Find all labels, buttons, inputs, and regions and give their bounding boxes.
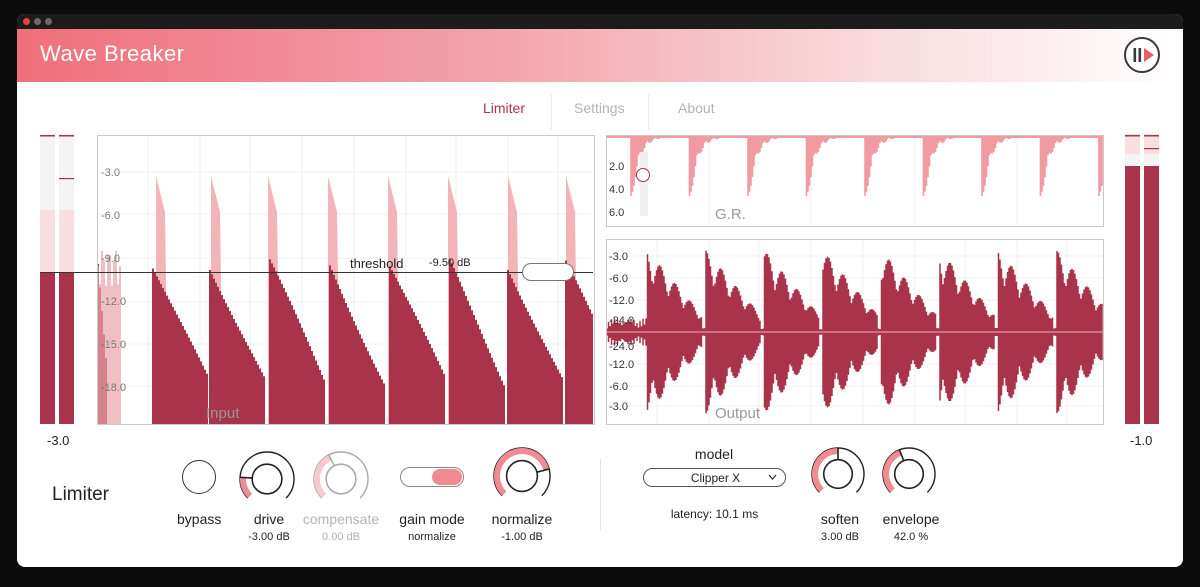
compensate-knob[interactable] — [310, 448, 372, 510]
input-graph-label: Input — [206, 405, 240, 422]
gain-reduction-waveform: 2.0 4.0 6.0 G.R. — [607, 136, 1103, 226]
threshold-label: threshold — [350, 256, 404, 271]
input-tick-label: -9.0 — [101, 253, 120, 265]
input-meter-value: -3.0 — [47, 433, 70, 448]
plugin-window: Wave Breaker Limiter Settings About -3.0… — [17, 14, 1183, 567]
input-tick-label: -18.0 — [101, 382, 126, 394]
input-tick-label: -3.0 — [101, 167, 120, 179]
window-titlebar — [17, 14, 1183, 29]
input-level-meter — [40, 134, 75, 424]
gr-tick-label: 2.0 — [609, 161, 624, 173]
threshold-handle[interactable] — [522, 263, 574, 281]
input-waveform: -3.0 -6.0 -9.0 -12.0 -15.0 -18.0 Input — [98, 136, 594, 424]
soften-value: 3.00 dB — [821, 531, 859, 543]
gr-slider-track[interactable] — [640, 152, 648, 216]
output-tick-label: -3.0 — [609, 251, 628, 263]
envelope-label: envelope — [882, 511, 940, 527]
gain-reduction-graph: 2.0 4.0 6.0 G.R. — [606, 135, 1104, 227]
threshold-value: -9.50 dB — [429, 257, 471, 269]
tab-about[interactable]: About — [678, 100, 715, 116]
gr-graph-label: G.R. — [715, 206, 746, 223]
drive-knob[interactable] — [236, 448, 298, 510]
close-window-icon[interactable] — [23, 18, 30, 25]
output-meter-value: -1.0 — [1130, 433, 1153, 448]
gain-mode-label: gain mode — [399, 511, 465, 527]
compensate-value: 0.00 dB — [322, 531, 360, 543]
input-tick-label: -12.0 — [101, 296, 126, 308]
app-header: Wave Breaker — [17, 29, 1183, 82]
tab-bar: Limiter Settings About — [17, 94, 1183, 130]
gr-tick-label: 4.0 — [609, 184, 624, 196]
compensate-label: compensate — [302, 511, 380, 527]
drive-label: drive — [253, 511, 285, 527]
output-graph-label: Output — [715, 405, 761, 422]
output-tick-label: -6.0 — [609, 381, 628, 393]
gain-mode-toggle[interactable] — [400, 467, 464, 487]
normalize-value: -1.00 dB — [501, 531, 543, 543]
output-tick-label: -3.0 — [609, 401, 628, 413]
tab-divider — [648, 94, 649, 130]
section-title: Limiter — [52, 484, 110, 505]
normalize-label: normalize — [491, 511, 553, 527]
model-dropdown[interactable]: Clipper X — [643, 468, 786, 487]
controls-divider — [600, 459, 601, 531]
input-waveform-graph: -3.0 -6.0 -9.0 -12.0 -15.0 -18.0 Input — [97, 135, 595, 425]
tab-settings[interactable]: Settings — [574, 100, 625, 116]
output-tick-label: -6.0 — [609, 273, 628, 285]
tab-divider — [551, 94, 552, 130]
envelope-value: 42.0 % — [893, 531, 929, 543]
gain-mode-toggle-thumb — [432, 469, 462, 485]
bypass-label: bypass — [177, 511, 222, 527]
input-tick-label: -6.0 — [101, 210, 120, 222]
normalize-knob[interactable] — [490, 444, 554, 508]
output-tick-label: -12.0 — [609, 359, 634, 371]
output-tick-label: -24.0 — [609, 315, 634, 327]
drive-value: -3.00 dB — [248, 531, 290, 543]
output-tick-label: -12.0 — [609, 295, 634, 307]
bypass-button[interactable] — [182, 460, 216, 494]
app-title: Wave Breaker — [40, 41, 185, 66]
output-waveform: -3.0 -6.0 -12.0 -24.0 -24.0 -12.0 -6.0 -3.0 Outp… — [607, 240, 1103, 424]
soften-label: soften — [820, 511, 860, 527]
output-waveform-graph: -3.0 -6.0 -12.0 -24.0 -24.0 -12.0 -6.0 -3.0 Outp… — [606, 239, 1104, 425]
model-label: model — [694, 446, 734, 462]
gr-tick-label: 6.0 — [609, 207, 624, 219]
model-selected: Clipper X — [690, 471, 741, 485]
zoom-window-icon[interactable] — [45, 18, 52, 25]
input-tick-label: -15.0 — [101, 339, 126, 351]
output-level-meter — [1125, 134, 1160, 424]
envelope-knob[interactable] — [879, 444, 939, 504]
minimize-window-icon[interactable] — [34, 18, 41, 25]
soften-knob[interactable] — [808, 444, 868, 504]
chevron-down-icon — [768, 474, 777, 480]
tab-limiter[interactable]: Limiter — [483, 100, 525, 116]
gr-slider-handle[interactable] — [636, 168, 650, 182]
output-tick-label: -24.0 — [609, 341, 634, 353]
latency-readout: latency: 10.1 ms — [670, 507, 759, 521]
pause-play-logo-button[interactable] — [1123, 36, 1161, 74]
gain-mode-value: normalize — [408, 531, 456, 543]
threshold-line — [40, 272, 593, 273]
